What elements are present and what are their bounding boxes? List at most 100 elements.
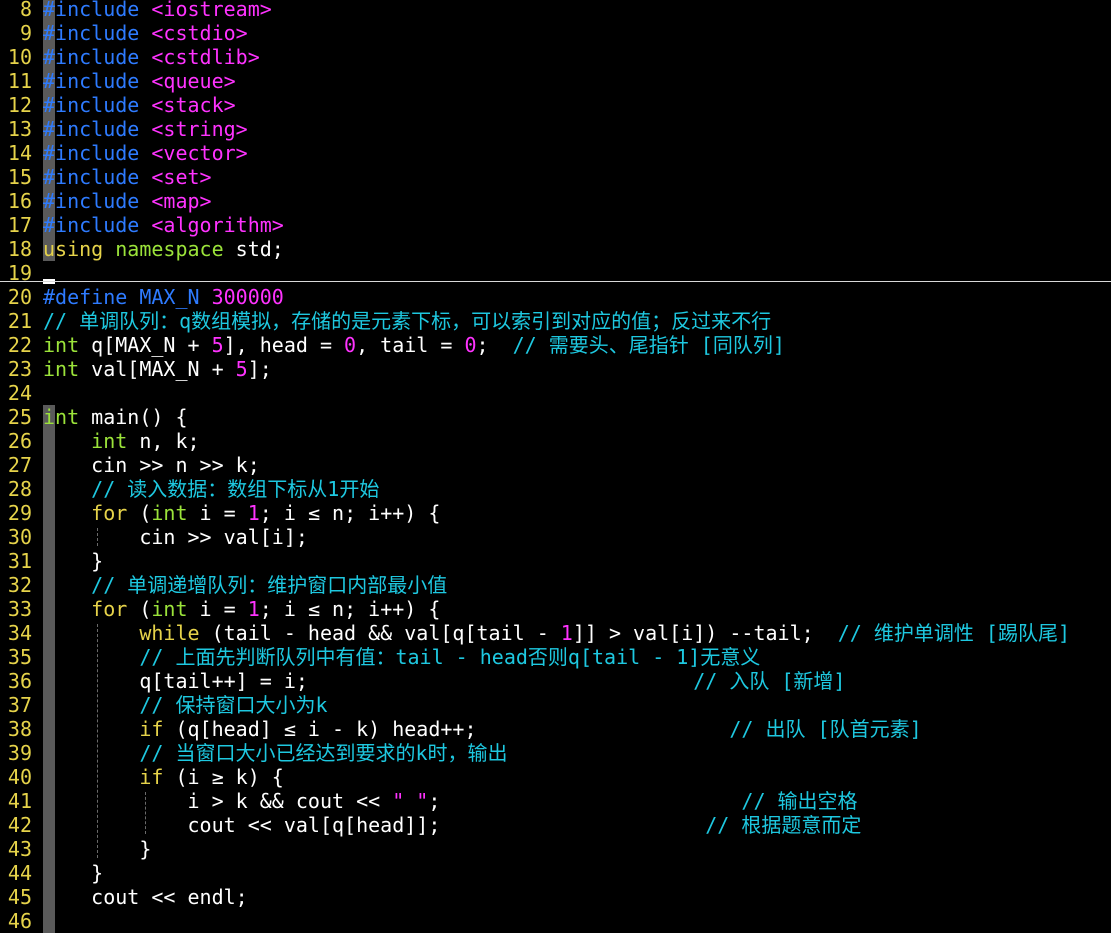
code-line-23[interactable]: 23 int val[MAX_N + 5]; [0, 357, 1111, 381]
code-text: cin >> val[i]; [43, 525, 308, 549]
code-line-9[interactable]: 9 #include <cstdio> [0, 21, 1111, 45]
code-line-15[interactable]: 15 #include <set> [0, 165, 1111, 189]
code-line-30[interactable]: 30 cin >> val[i]; [0, 525, 1111, 549]
code-line-29[interactable]: 29 for (int i = 1; i ≤ n; i++) { [0, 501, 1111, 525]
code-text: int q[MAX_N + 5], head = 0, tail = 0; //… [43, 333, 785, 357]
code-line-40[interactable]: 40 if (i ≥ k) { [0, 765, 1111, 789]
code-line-20[interactable]: 20 #define MAX_N 300000 [0, 285, 1111, 309]
code-token-comment: // 读入数据：数组下标从1开始 [91, 477, 380, 501]
code-editor[interactable]: 8 #include <iostream> 9 #include <cstdio> 10… [0, 0, 1111, 933]
code-token-number: 1 [247, 501, 260, 525]
line-number: 21 [7, 309, 32, 333]
code-line-33[interactable]: 33 for (int i = 1; i ≤ n; i++) { [0, 597, 1111, 621]
code-line-21[interactable]: 21 // 单调队列：q数组模拟，存储的是元素下标，可以索引到对应的值；反过来不行 [0, 309, 1111, 333]
line-number: 20 [7, 285, 32, 309]
code-token-default: ( [127, 501, 152, 525]
code-text: #include <iostream> [43, 0, 272, 21]
code-line-8[interactable]: 8 #include <iostream> [0, 0, 1111, 21]
code-line-34[interactable]: 34 while (tail - head && val[q[tail - 1]… [0, 621, 1111, 645]
code-line-16[interactable]: 16 #include <map> [0, 189, 1111, 213]
code-line-12[interactable]: 12 #include <stack> [0, 93, 1111, 117]
line-number: 44 [7, 861, 32, 885]
code-token-comment: // 需要头、尾指针 [同队列] [512, 333, 785, 357]
code-token-default [43, 765, 139, 789]
code-line-27[interactable]: 27 cin >> n >> k; [0, 453, 1111, 477]
code-line-11[interactable]: 11 #include <queue> [0, 69, 1111, 93]
code-text: for (int i = 1; i ≤ n; i++) { [43, 501, 440, 525]
code-token-type: int [43, 333, 80, 357]
code-line-37[interactable]: 37 // 保持窗口大小为k [0, 693, 1111, 717]
code-line-42[interactable]: 42 cout << val[q[head]]; // 根据题意而定 [0, 813, 1111, 837]
code-token-header: <queue> [139, 69, 236, 93]
line-number: 41 [7, 789, 32, 813]
code-line-32[interactable]: 32 // 单调递增队列：维护窗口内部最小值 [0, 573, 1111, 597]
code-token-comment: // 上面先判断队列中有值：tail - head否则q[tail - 1]无意… [139, 645, 761, 669]
code-line-31[interactable]: 31 } [0, 549, 1111, 573]
code-text: #include <map> [43, 189, 212, 213]
code-token-default: val[MAX_N + [79, 357, 236, 381]
code-token-default [43, 597, 91, 621]
line-number: 33 [7, 597, 32, 621]
code-token-string: " " [392, 789, 429, 813]
code-token-number: 0 [344, 333, 357, 357]
code-token-default: (q[head] ≤ i - k) head++; [163, 717, 730, 741]
line-number: 36 [7, 669, 32, 693]
line-number: 11 [7, 69, 32, 93]
code-line-25[interactable]: 25 int main() { [0, 405, 1111, 429]
code-token-number: 1 [247, 597, 260, 621]
code-line-35[interactable]: 35 // 上面先判断队列中有值：tail - head否则q[tail - 1… [0, 645, 1111, 669]
code-token-preproc: #include [43, 117, 140, 141]
code-text: // 上面先判断队列中有值：tail - head否则q[tail - 1]无意… [43, 645, 760, 669]
code-token-header: <cstdlib> [139, 45, 260, 69]
code-token-preproc: #include [43, 165, 140, 189]
code-token-default: cin >> n >> k; [43, 453, 260, 477]
code-line-45[interactable]: 45 cout << endl; [0, 885, 1111, 909]
line-number: 32 [7, 573, 32, 597]
code-token-default [43, 741, 139, 765]
line-number: 13 [7, 117, 32, 141]
code-token-header: <map> [139, 189, 212, 213]
code-text: cout << endl; [43, 885, 248, 909]
cursorline-underline [0, 281, 1111, 282]
code-line-18[interactable]: 18 using namespace std; [0, 237, 1111, 261]
code-line-28[interactable]: 28 // 读入数据：数组下标从1开始 [0, 477, 1111, 501]
code-token-default [43, 621, 139, 645]
code-line-36[interactable]: 36 q[tail++] = i; // 入队 [新增] [0, 669, 1111, 693]
code-token-default: ]] > val[i]) --tail; [572, 621, 838, 645]
code-token-comment: // 当窗口大小已经达到要求的k时，输出 [139, 741, 508, 765]
code-token-default: ; [476, 333, 513, 357]
code-text: // 读入数据：数组下标从1开始 [43, 477, 379, 501]
code-line-13[interactable]: 13 #include <string> [0, 117, 1111, 141]
line-number: 25 [7, 405, 32, 429]
code-token-default: cout << endl; [43, 885, 248, 909]
code-line-22[interactable]: 22 int q[MAX_N + 5], head = 0, tail = 0; … [0, 333, 1111, 357]
code-line-46[interactable]: 46 [0, 909, 1111, 933]
code-token-header: <algorithm> [139, 213, 284, 237]
indent-guide [97, 528, 98, 546]
code-token-comment: // 单调递增队列：维护窗口内部最小值 [91, 573, 448, 597]
code-line-17[interactable]: 17 #include <algorithm> [0, 213, 1111, 237]
line-number: 39 [7, 741, 32, 765]
code-text: int main() { [43, 405, 188, 429]
code-line-41[interactable]: 41 i > k && cout << " "; // 输出空格 [0, 789, 1111, 813]
code-token-header: <vector> [139, 141, 248, 165]
code-token-type: int [151, 597, 188, 621]
code-line-10[interactable]: 10 #include <cstdlib> [0, 45, 1111, 69]
code-token-header: <string> [139, 117, 248, 141]
code-line-39[interactable]: 39 // 当窗口大小已经达到要求的k时，输出 [0, 741, 1111, 765]
code-line-38[interactable]: 38 if (q[head] ≤ i - k) head++; // 出队 [队… [0, 717, 1111, 741]
code-token-default: i = [187, 501, 248, 525]
code-text: } [43, 549, 103, 573]
code-token-comment: // 根据题意而定 [705, 813, 862, 837]
line-number: 9 [19, 21, 32, 45]
code-token-default: cin >> val[i]; [43, 525, 308, 549]
code-line-24[interactable]: 24 [0, 381, 1111, 405]
code-line-14[interactable]: 14 #include <vector> [0, 141, 1111, 165]
code-line-43[interactable]: 43 } [0, 837, 1111, 861]
code-line-44[interactable]: 44 } [0, 861, 1111, 885]
code-line-26[interactable]: 26 int n, k; [0, 429, 1111, 453]
code-token-default: (i ≥ k) { [163, 765, 284, 789]
code-token-default: i = [187, 597, 248, 621]
code-text: #include <algorithm> [43, 213, 284, 237]
line-number: 30 [7, 525, 32, 549]
